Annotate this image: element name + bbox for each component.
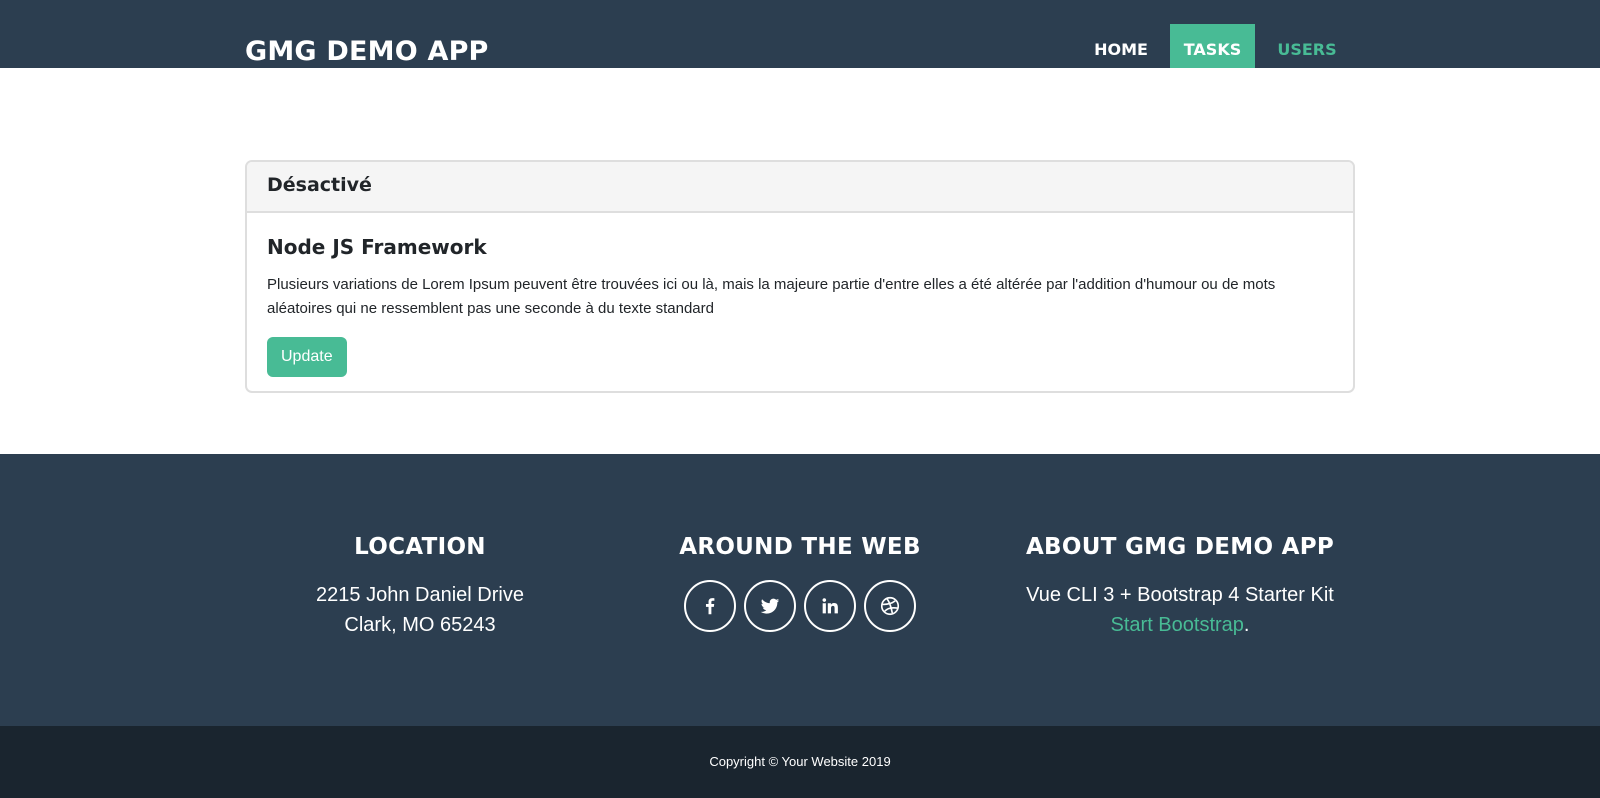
- twitter-link[interactable]: [744, 580, 796, 632]
- brand-title[interactable]: GMG DEMO APP: [245, 36, 489, 67]
- about-description: Vue CLI 3 + Bootstrap 4 Starter Kit: [1026, 584, 1334, 606]
- nav-item-home[interactable]: HOME: [1078, 24, 1164, 68]
- linkedin-icon: [822, 598, 838, 614]
- social-links: [610, 580, 990, 632]
- address-line-2: Clark, MO 65243: [344, 614, 496, 636]
- dribbble-link[interactable]: [864, 580, 916, 632]
- twitter-icon: [760, 598, 780, 614]
- about-title: ABOUT GMG DEMO APP: [1025, 534, 1335, 560]
- card-body: Node JS Framework Plusieurs variations d…: [247, 213, 1353, 377]
- about-link-line: Start Bootstrap.: [990, 610, 1370, 640]
- location-address: 2215 John Daniel Drive Clark, MO 65243: [230, 580, 610, 640]
- linkedin-link[interactable]: [804, 580, 856, 632]
- address-line-1: 2215 John Daniel Drive: [316, 584, 524, 606]
- about-text: Vue CLI 3 + Bootstrap 4 Starter Kit Star…: [990, 580, 1370, 640]
- around-the-web-title: AROUND THE WEB: [679, 534, 921, 560]
- footer-about: ABOUT GMG DEMO APP Vue CLI 3 + Bootstrap…: [990, 534, 1370, 640]
- task-card: Désactivé Node JS Framework Plusieurs va…: [245, 160, 1355, 393]
- nav-item-users[interactable]: USERS: [1264, 24, 1350, 68]
- card-description: Plusieurs variations de Lorem Ipsum peuv…: [267, 276, 1276, 317]
- card-title: Node JS Framework: [267, 235, 487, 259]
- footer-around-the-web: AROUND THE WEB: [610, 534, 990, 632]
- about-link-suffix: .: [1243, 614, 1250, 636]
- location-title: LOCATION: [354, 534, 486, 560]
- facebook-icon: [705, 598, 715, 615]
- copyright-text: Copyright © Your Website 2019: [709, 754, 891, 769]
- dribbble-icon: [880, 596, 900, 616]
- facebook-link[interactable]: [684, 580, 736, 632]
- copyright-bar: Copyright © Your Website 2019: [0, 726, 1600, 798]
- update-button[interactable]: Update: [267, 337, 347, 377]
- nav-item-tasks[interactable]: TASKS: [1170, 24, 1255, 68]
- footer: LOCATION 2215 John Daniel Drive Clark, M…: [0, 454, 1600, 726]
- navbar: GMG DEMO APP HOME TASKS USERS: [0, 0, 1600, 68]
- footer-location: LOCATION 2215 John Daniel Drive Clark, M…: [230, 534, 610, 640]
- start-bootstrap-link[interactable]: Start Bootstrap: [1111, 614, 1244, 636]
- card-header-status: Désactivé: [247, 162, 1353, 213]
